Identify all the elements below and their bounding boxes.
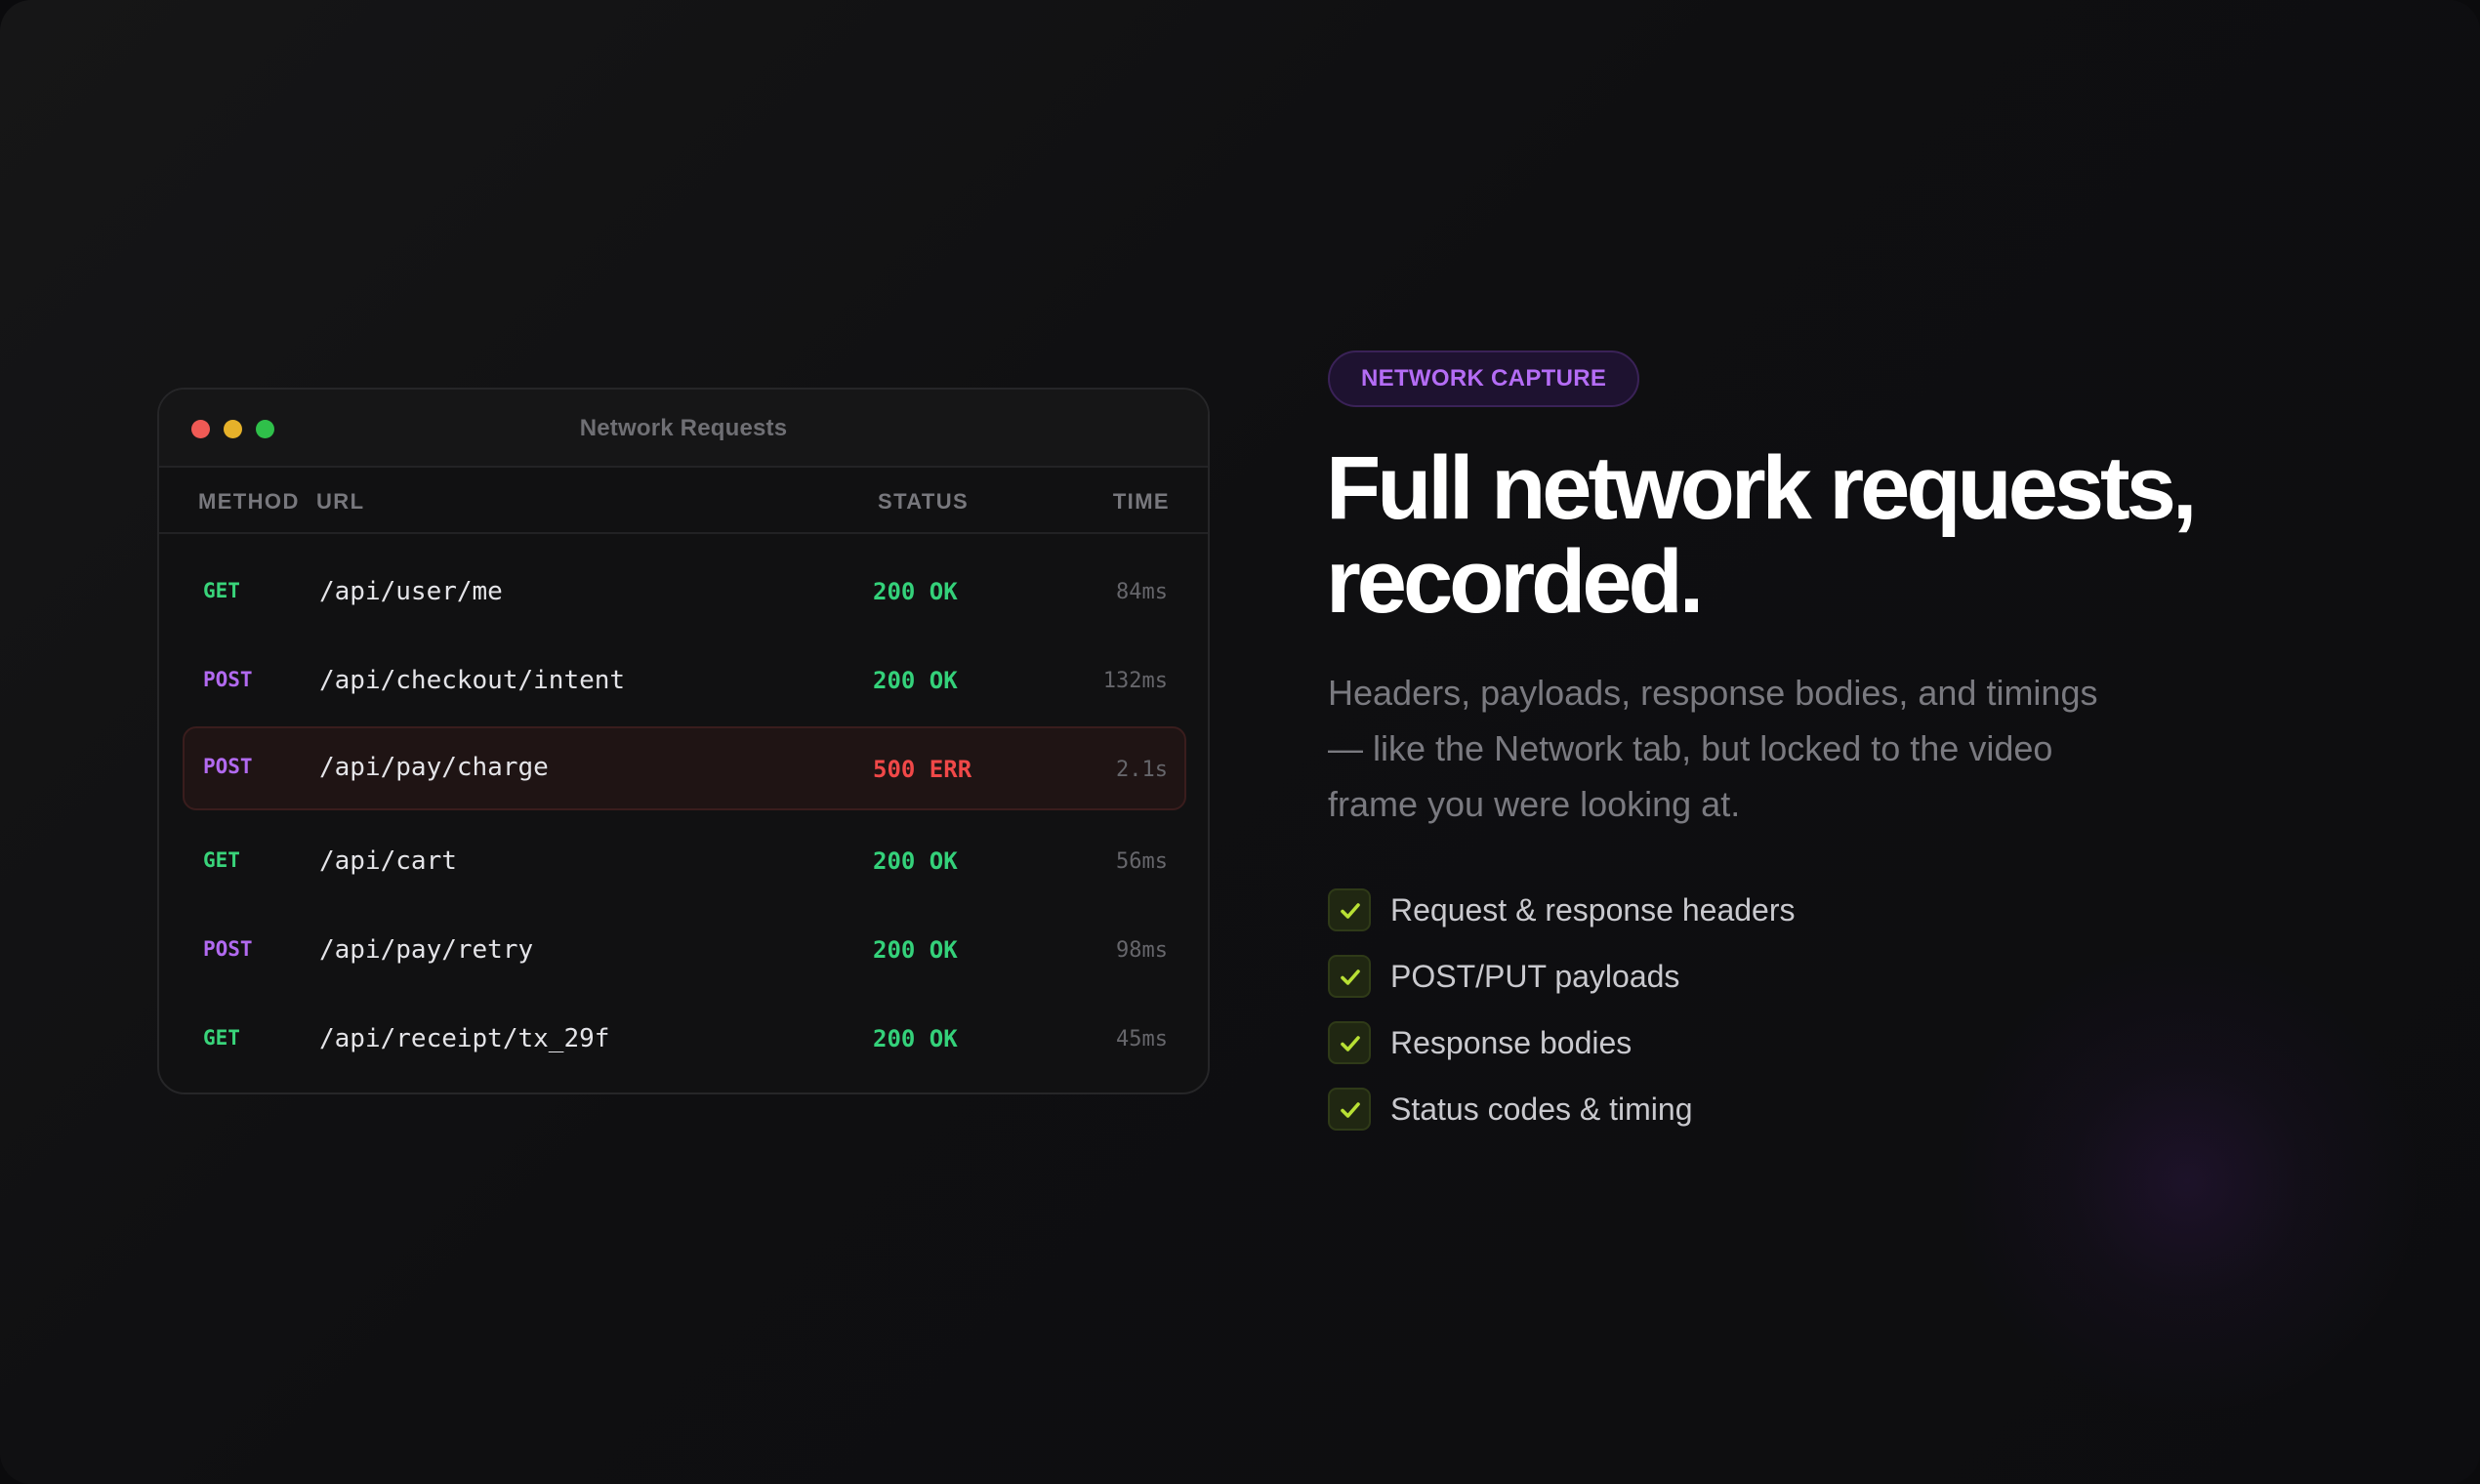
request-row[interactable]: POST /api/checkout/intent 200 OK 132ms bbox=[183, 639, 1186, 723]
subcopy: Headers, payloads, response bodies, and … bbox=[1328, 665, 2187, 832]
column-header-url: URL bbox=[316, 489, 365, 514]
check-icon bbox=[1328, 888, 1371, 931]
request-url: /api/user/me bbox=[319, 577, 503, 606]
headline-line-2: recorded. bbox=[1326, 532, 1704, 632]
request-method: GET bbox=[203, 848, 240, 872]
check-icon bbox=[1328, 955, 1371, 998]
request-url: /api/cart bbox=[319, 846, 457, 876]
request-status: 200 OK bbox=[873, 847, 958, 875]
request-row-error[interactable]: POST /api/pay/charge 500 ERR 2.1s bbox=[183, 726, 1186, 810]
subcopy-line-1: Headers, payloads, response bodies, and … bbox=[1328, 673, 2098, 713]
column-header-status: STATUS bbox=[878, 489, 970, 514]
request-url: /api/checkout/intent bbox=[319, 666, 626, 695]
section-badge: NETWORK CAPTURE bbox=[1328, 350, 1640, 407]
request-time: 132ms bbox=[1102, 669, 1168, 693]
feature-label: Response bodies bbox=[1390, 1025, 1633, 1060]
table-header: METHOD URL STATUS TIME bbox=[159, 468, 1208, 534]
request-row[interactable]: GET /api/cart 200 OK 56ms bbox=[183, 820, 1186, 904]
request-time: 98ms bbox=[1116, 938, 1168, 963]
window-titlebar: Network Requests bbox=[159, 390, 1208, 468]
request-status: 200 OK bbox=[873, 1025, 958, 1052]
request-row[interactable]: POST /api/pay/retry 200 OK 98ms bbox=[183, 909, 1186, 993]
column-header-method: METHOD bbox=[198, 489, 300, 514]
request-row[interactable]: GET /api/receipt/tx_29f 200 OK 45ms bbox=[183, 998, 1186, 1082]
window-title: Network Requests bbox=[579, 415, 788, 441]
request-time: 56ms bbox=[1116, 849, 1168, 874]
request-time: 2.1s bbox=[1116, 758, 1168, 782]
headline: Full network requests, recorded. bbox=[1326, 441, 2302, 629]
request-status: 200 OK bbox=[873, 936, 958, 964]
feature-label: Status codes & timing bbox=[1390, 1092, 1693, 1127]
request-row[interactable]: GET /api/user/me 200 OK 84ms bbox=[183, 551, 1186, 635]
request-status: 200 OK bbox=[873, 578, 958, 605]
page-background: Network Requests METHOD URL STATUS TIME … bbox=[0, 0, 2480, 1484]
subcopy-line-3: frame you were looking at. bbox=[1328, 784, 1741, 824]
request-method: GET bbox=[203, 1026, 240, 1050]
network-requests-window: Network Requests METHOD URL STATUS TIME … bbox=[157, 388, 1210, 1094]
request-status: 500 ERR bbox=[873, 756, 972, 783]
request-time: 45ms bbox=[1116, 1027, 1168, 1051]
feature-label: Request & response headers bbox=[1390, 892, 1796, 928]
request-method: POST bbox=[203, 668, 253, 691]
request-url: /api/pay/charge bbox=[319, 753, 549, 782]
request-method: POST bbox=[203, 755, 253, 778]
feature-label: POST/PUT payloads bbox=[1390, 959, 1680, 994]
check-icon bbox=[1328, 1088, 1371, 1131]
request-url: /api/pay/retry bbox=[319, 935, 534, 965]
request-url: /api/receipt/tx_29f bbox=[319, 1024, 610, 1053]
request-method: POST bbox=[203, 937, 253, 961]
request-time: 84ms bbox=[1116, 580, 1168, 604]
request-method: GET bbox=[203, 579, 240, 602]
headline-line-1: Full network requests, bbox=[1326, 438, 2197, 538]
request-status: 200 OK bbox=[873, 667, 958, 694]
column-header-time: TIME bbox=[1112, 489, 1170, 514]
check-icon bbox=[1328, 1021, 1371, 1064]
subcopy-line-2: — like the Network tab, but locked to th… bbox=[1328, 728, 2053, 768]
